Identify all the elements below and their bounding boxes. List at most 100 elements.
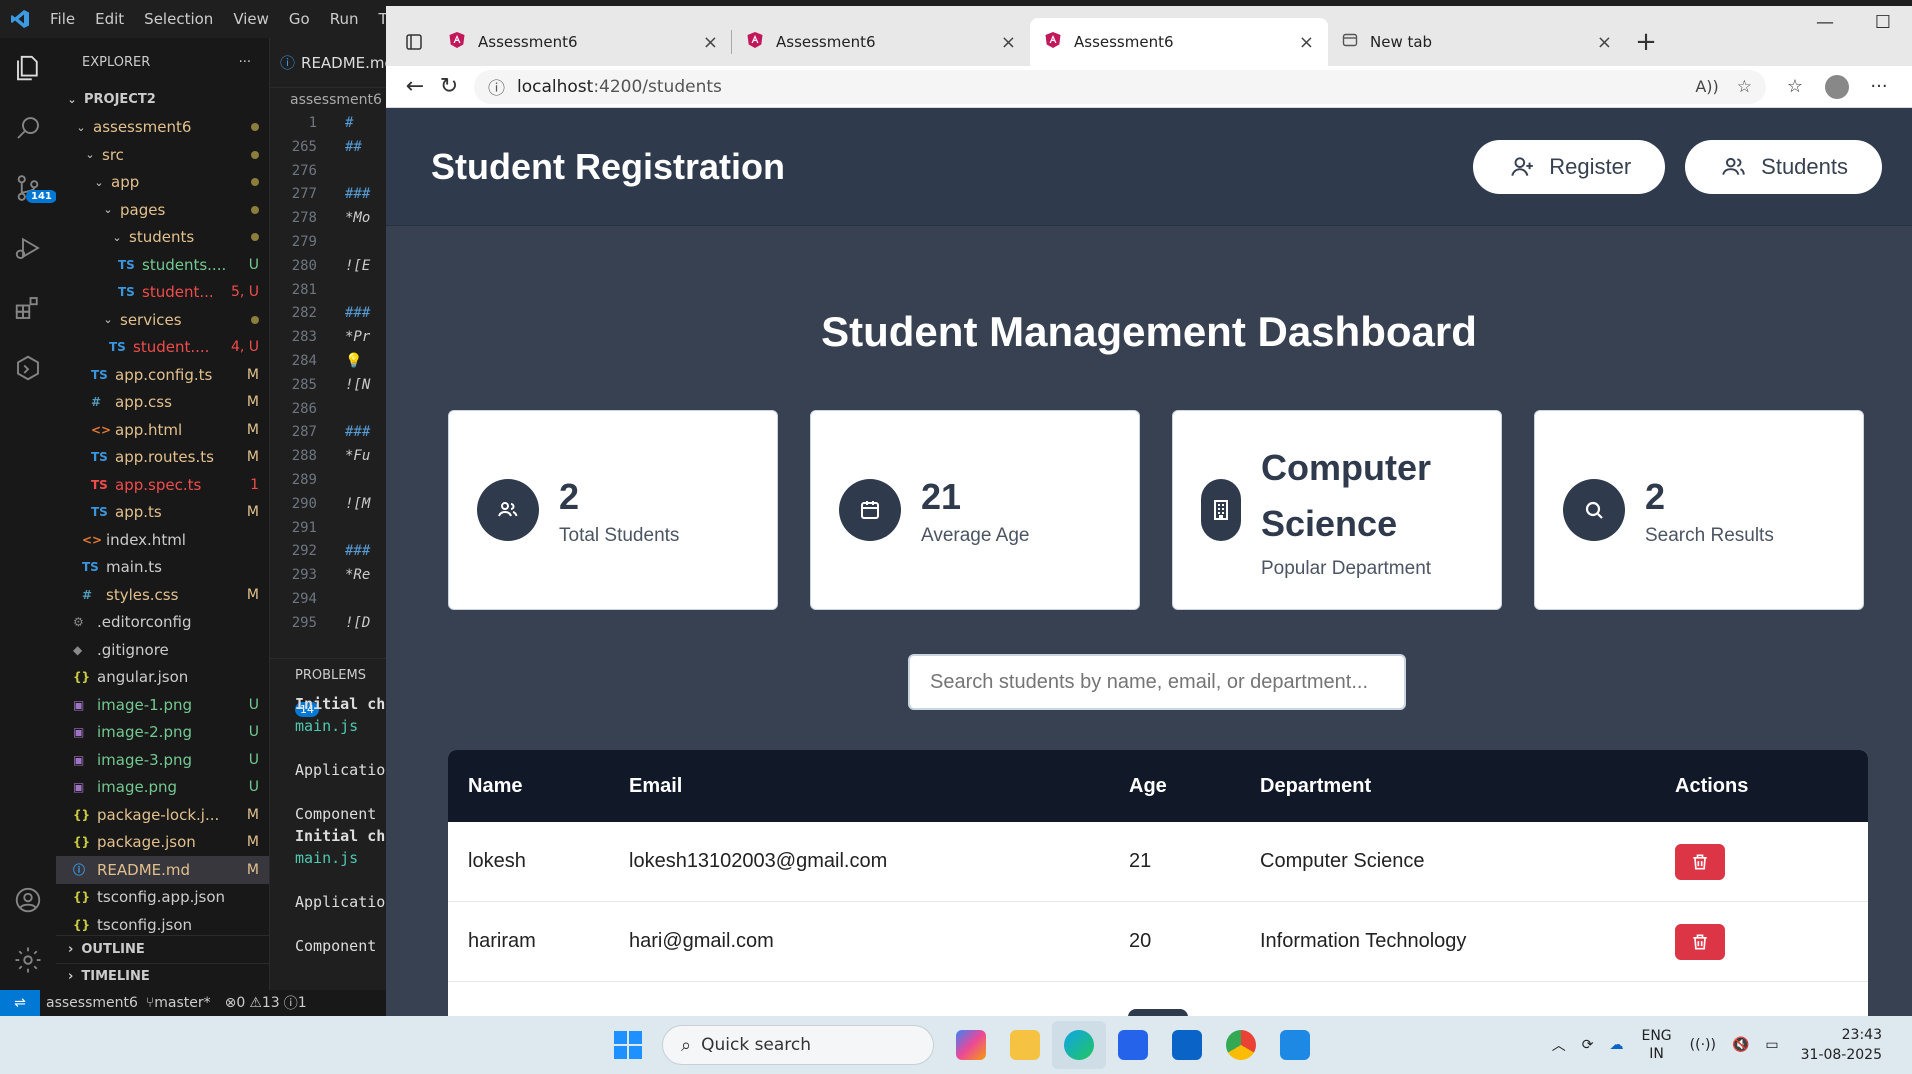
students-button[interactable]: Students [1685, 139, 1882, 194]
delete-button[interactable] [1675, 843, 1725, 880]
menu-item[interactable]: Edit [85, 0, 134, 38]
status-errors[interactable]: 0 [236, 995, 245, 1011]
panel-tab-problems[interactable]: PROBLEMS 14 [270, 659, 386, 717]
tree-file[interactable]: ▣ image-3.png U [56, 746, 269, 774]
account-icon[interactable] [0, 870, 56, 930]
file-explorer-icon[interactable] [998, 1021, 1052, 1069]
close-tab-icon[interactable]: × [703, 32, 718, 53]
timeline-section[interactable]: › TIMELINE [56, 962, 270, 991]
status-repo[interactable]: assessment6 [46, 995, 138, 1011]
tree-file[interactable]: TS app.ts M [56, 499, 269, 527]
project-root[interactable]: ⌄ PROJECT2 [56, 86, 269, 114]
maximize-icon[interactable]: ☐ [1854, 12, 1912, 33]
volume-muted-icon[interactable]: 🔇 [1732, 1037, 1749, 1053]
extensions-icon[interactable] [0, 278, 56, 338]
tree-file[interactable]: ▣ image-2.png U [56, 719, 269, 747]
menu-item[interactable]: File [40, 0, 85, 38]
edge-browser-icon[interactable] [1052, 1021, 1106, 1069]
menu-item[interactable]: Selection [134, 0, 223, 38]
site-info-icon[interactable]: ⓘ [488, 74, 505, 99]
pagination-button[interactable] [1128, 1009, 1188, 1016]
tree-file[interactable]: ⚙ .editorconfig [56, 609, 269, 637]
menu-item[interactable]: Run [320, 0, 369, 38]
tree-folder[interactable]: ⌄ app [56, 169, 269, 197]
close-tab-icon[interactable]: × [1001, 32, 1016, 53]
favorites-icon[interactable]: ☆ [1774, 76, 1816, 97]
wifi-icon[interactable]: ((·)) [1690, 1037, 1716, 1053]
tree-file[interactable]: {} angular.json [56, 664, 269, 692]
status-warnings[interactable]: 13 [262, 995, 280, 1011]
tree-file[interactable]: TS student.... 4, U [56, 334, 269, 362]
tree-folder[interactable]: ⌄ src [56, 141, 269, 169]
sync-icon[interactable]: ⟳ [1582, 1037, 1594, 1053]
tree-folder[interactable]: ⌄ assessment6 [56, 114, 269, 142]
tree-file[interactable]: TS app.config.ts M [56, 361, 269, 389]
tree-file[interactable]: TS app.spec.ts 1 [56, 471, 269, 499]
m365-copilot-icon[interactable] [944, 1021, 998, 1069]
refresh-icon[interactable]: ↻ [432, 74, 466, 99]
menu-item[interactable]: Go [279, 0, 320, 38]
browser-tab[interactable]: Assessment6 × [1030, 18, 1328, 66]
read-aloud-icon[interactable]: A)) [1695, 77, 1718, 96]
browser-tab[interactable]: Assessment6 × [434, 18, 732, 66]
tree-folder[interactable]: ⌄ students [56, 224, 269, 252]
browser-tab[interactable]: New tab × [1328, 18, 1626, 66]
menu-item[interactable]: View [223, 0, 279, 38]
more-actions-icon[interactable]: ··· [239, 55, 251, 70]
settings-gear-icon[interactable] [0, 930, 56, 990]
tree-file[interactable]: ⓘ README.md M [56, 856, 269, 884]
tree-folder[interactable]: ⌄ pages [56, 196, 269, 224]
source-control-icon[interactable]: 141 [0, 158, 57, 218]
browser-tab[interactable]: Assessment6 × [732, 18, 1030, 66]
outlook-icon[interactable] [1160, 1021, 1214, 1069]
close-tab-icon[interactable]: × [1597, 32, 1612, 53]
tree-file[interactable]: ▣ image.png U [56, 774, 269, 802]
remote-indicator-icon[interactable]: ⇌ [0, 990, 40, 1016]
status-info[interactable]: 1 [298, 995, 307, 1011]
vscode-taskbar-icon[interactable] [1268, 1021, 1322, 1069]
tree-file[interactable]: <> index.html [56, 526, 269, 554]
code-view[interactable]: 1 #265 ## 276 277 ### 278 *Mo 279 280 ![E 281 282 ###… [270, 112, 386, 636]
more-menu-icon[interactable]: ··· [1858, 76, 1900, 97]
microsoft-store-icon[interactable] [1106, 1021, 1160, 1069]
url-field[interactable]: ⓘ localhost:4200/students A)) ☆ [474, 69, 1766, 104]
battery-icon[interactable]: ▭ [1765, 1037, 1778, 1053]
tree-file[interactable]: TS app.routes.ts M [56, 444, 269, 472]
tree-file[interactable]: ▣ image-1.png U [56, 691, 269, 719]
clock[interactable]: 23:43 31-08-2025 [1801, 1025, 1882, 1065]
tree-file[interactable]: TS student... 5, U [56, 279, 269, 307]
tree-file[interactable]: {} tsconfig.app.json [56, 884, 269, 912]
tree-file[interactable]: TS students.... U [56, 251, 269, 279]
tree-file[interactable]: {} package.json M [56, 829, 269, 857]
editor-tab[interactable]: ⓘ README.md [270, 38, 386, 88]
tree-file[interactable]: {} package-lock.j... M [56, 801, 269, 829]
tab-actions-icon[interactable] [394, 18, 434, 66]
close-tab-icon[interactable]: × [1299, 32, 1314, 53]
chevron-up-icon[interactable]: ︿ [1552, 1035, 1566, 1055]
run-debug-icon[interactable] [0, 218, 56, 278]
explorer-icon[interactable] [0, 38, 56, 98]
minimize-icon[interactable]: — [1796, 12, 1854, 33]
profile-avatar[interactable] [1816, 74, 1858, 99]
tree-file[interactable]: # styles.css M [56, 581, 269, 609]
favorite-star-icon[interactable]: ☆ [1737, 77, 1752, 97]
windows-start-icon[interactable] [604, 1021, 652, 1069]
status-branch[interactable]: master* [154, 995, 210, 1011]
tree-file[interactable]: # app.css M [56, 389, 269, 417]
back-arrow-icon[interactable]: ← [398, 74, 432, 99]
student-search-input[interactable] [908, 654, 1406, 710]
new-tab-button[interactable]: + [1626, 18, 1666, 66]
taskbar-search[interactable]: ⌕ Quick search [662, 1025, 934, 1065]
tree-file[interactable]: <> app.html M [56, 416, 269, 444]
register-button[interactable]: Register [1473, 139, 1666, 194]
tree-folder[interactable]: ⌄ services [56, 306, 269, 334]
tree-file[interactable]: ◆ .gitignore [56, 636, 269, 664]
chrome-icon[interactable] [1214, 1021, 1268, 1069]
language-indicator[interactable]: ENG IN [1641, 1027, 1671, 1063]
tree-file[interactable]: TS main.ts [56, 554, 269, 582]
search-icon[interactable] [0, 98, 56, 158]
remote-explorer-icon[interactable] [0, 338, 56, 398]
outline-section[interactable]: › OUTLINE [56, 935, 270, 963]
breadcrumb[interactable]: assessment6 [270, 88, 386, 112]
delete-button[interactable] [1675, 923, 1725, 960]
